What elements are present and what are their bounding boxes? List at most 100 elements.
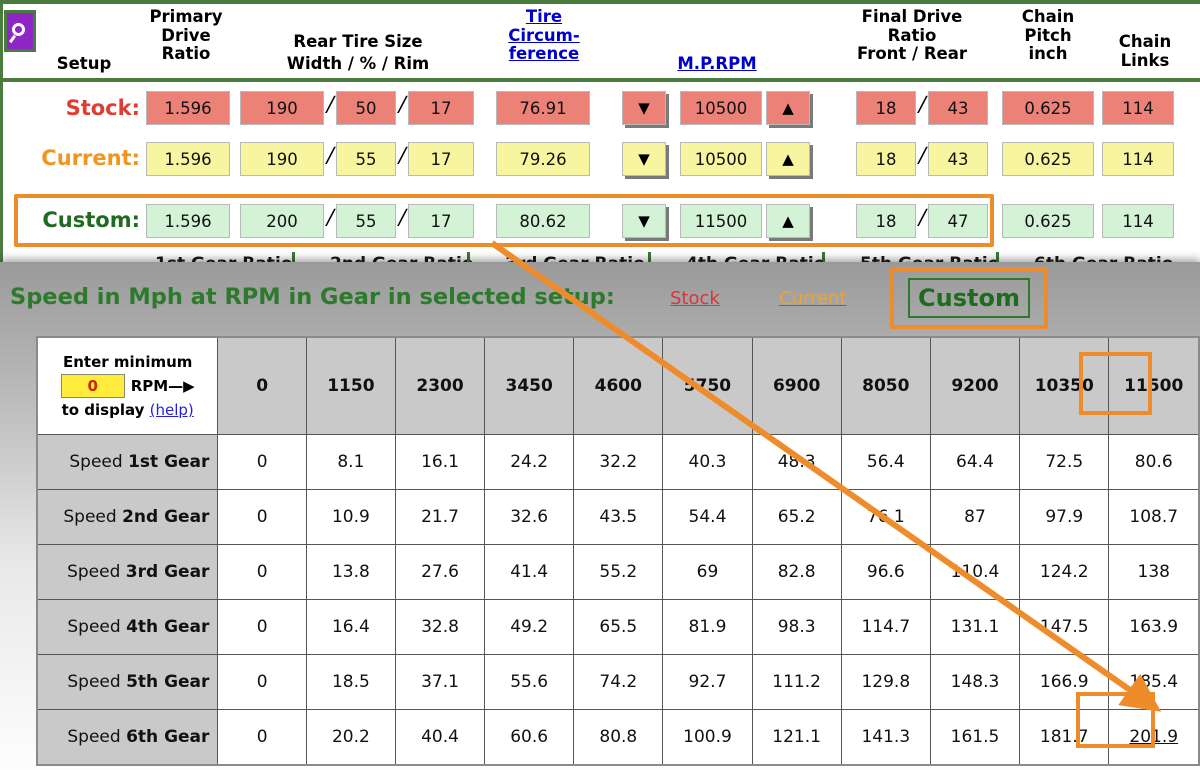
- header-final-drive-ratio: Final Drive Ratio Front / Rear: [822, 7, 1002, 64]
- header-chain-pitch: Chain Pitch inch: [1006, 7, 1090, 64]
- cell-g4-c6: 98.3: [751, 599, 842, 655]
- row-prefix-2: Speed: [63, 507, 123, 527]
- cell-g5-c3: 55.6: [484, 654, 575, 710]
- setup-link-current[interactable]: Current: [779, 288, 847, 309]
- table-row: Speed 3rd Gear 0 13.8 27.6 41.4 55.2 69 …: [36, 544, 1200, 600]
- row-label-gear-2: Speed 2nd Gear: [36, 489, 219, 545]
- cell-g1-c9: 72.5: [1019, 434, 1110, 490]
- cell-g2-c8: 87: [929, 489, 1021, 545]
- cl-l2: Links: [1120, 50, 1170, 70]
- custom-chain-pitch[interactable]: 0.625: [1002, 204, 1094, 238]
- cell-g1-c3: 24.2: [484, 434, 575, 490]
- cell-g2-c4: 43.5: [573, 489, 664, 545]
- cell-g5-c5: 92.7: [662, 654, 753, 710]
- current-rpm-down-button[interactable]: ▼: [622, 142, 666, 176]
- cell-g1-c0: 0: [217, 434, 307, 490]
- stock-rpm-up-button[interactable]: ▲: [766, 91, 810, 125]
- current-primary-drive-ratio[interactable]: 1.596: [146, 142, 230, 176]
- min-rpm-input[interactable]: 0: [60, 374, 125, 398]
- cell-g3-c6: 82.8: [751, 544, 842, 600]
- magnifier-icon[interactable]: [4, 10, 36, 52]
- cell-g3-c8: 110.4: [929, 544, 1021, 600]
- header-setup: Setup: [56, 54, 112, 73]
- cell-g4-c8: 131.1: [929, 599, 1021, 655]
- stock-tire-aspect[interactable]: 50: [336, 91, 396, 125]
- slash-5: /: [396, 143, 409, 167]
- current-final-rear[interactable]: 43: [928, 142, 988, 176]
- cl-l1: Chain: [1118, 32, 1172, 51]
- stock-primary-drive-ratio[interactable]: 1.596: [146, 91, 230, 125]
- table-row: Speed 1st Gear 0 8.1 16.1 24.2 32.2 40.3…: [36, 434, 1200, 490]
- rpm-header-6: 6900: [751, 336, 842, 435]
- cell-g2-c10: 108.7: [1108, 489, 1200, 545]
- row-gear-1: 1st Gear: [128, 452, 210, 472]
- rpm-header-2: 2300: [394, 336, 486, 435]
- stock-final-rear[interactable]: 43: [928, 91, 988, 125]
- rpm-header-7: 8050: [840, 336, 931, 435]
- row-prefix-3: Speed: [67, 562, 126, 582]
- table-row: Speed 4th Gear 0 16.4 32.8 49.2 65.5 81.…: [36, 599, 1200, 655]
- stock-rpm-down-button[interactable]: ▼: [622, 91, 666, 125]
- cell-g1-c2: 16.1: [394, 434, 486, 490]
- cell-g2-c6: 65.2: [751, 489, 842, 545]
- stock-final-front[interactable]: 18: [856, 91, 916, 125]
- row-gear-3: 3rd Gear: [125, 562, 210, 582]
- cell-g5-c0: 0: [217, 654, 307, 710]
- header-tire-circumference[interactable]: Tire Circum- ference: [492, 7, 596, 64]
- row-gear-2: 2nd Gear: [122, 507, 210, 527]
- header-primary-drive-ratio: Primary Drive Ratio: [138, 7, 234, 64]
- current-final-front[interactable]: 18: [856, 142, 916, 176]
- cell-g6-c1: 20.2: [305, 709, 396, 766]
- stock-tire-rim[interactable]: 17: [408, 91, 474, 125]
- cell-g2-c2: 21.7: [394, 489, 486, 545]
- overlay-title: Speed in Mph at RPM in Gear in selected …: [10, 284, 615, 310]
- cell-g3-c7: 96.6: [840, 544, 931, 600]
- cell-g1-c8: 64.4: [929, 434, 1021, 490]
- custom-chain-links[interactable]: 114: [1102, 204, 1174, 238]
- current-chain-pitch[interactable]: 0.625: [1002, 142, 1094, 176]
- current-rpm-up-button[interactable]: ▲: [766, 142, 810, 176]
- table-row: Speed 5th Gear 0 18.5 37.1 55.6 74.2 92.…: [36, 654, 1200, 710]
- cell-g1-c5: 40.3: [662, 434, 753, 490]
- stock-chain-links[interactable]: 114: [1102, 91, 1174, 125]
- help-link[interactable]: (help): [150, 401, 194, 419]
- row-label-gear-3: Speed 3rd Gear: [36, 544, 219, 600]
- cell-g4-c4: 65.5: [573, 599, 664, 655]
- rpm-header-4: 4600: [573, 336, 664, 435]
- cell-g4-c0: 0: [217, 599, 307, 655]
- stock-mprpm[interactable]: 10500: [680, 91, 762, 125]
- setup-link-stock[interactable]: Stock: [670, 288, 720, 309]
- fdr-l3: Front / Rear: [856, 44, 967, 63]
- current-tire-width[interactable]: 190: [240, 142, 324, 176]
- header-mprpm[interactable]: M.P.RPM: [652, 54, 782, 74]
- cell-g3-c1: 13.8: [305, 544, 396, 600]
- table-row: Speed 2nd Gear 0 10.9 21.7 32.6 43.5 54.…: [36, 489, 1200, 545]
- current-tire-aspect[interactable]: 55: [336, 142, 396, 176]
- current-mprpm[interactable]: 10500: [680, 142, 762, 176]
- cell-g6-c5: 100.9: [662, 709, 753, 766]
- cell-g1-c7: 56.4: [840, 434, 931, 490]
- fdr-l2: Ratio: [887, 25, 937, 45]
- cell-g1-c10: 80.6: [1108, 434, 1200, 490]
- current-tire-rim[interactable]: 17: [408, 142, 474, 176]
- cell-g4-c2: 32.8: [394, 599, 486, 655]
- current-chain-links[interactable]: 114: [1102, 142, 1174, 176]
- row-gear-5: 5th Gear: [126, 672, 210, 692]
- current-tire-circumference: 79.26: [496, 142, 590, 176]
- rpm-header-0: 0: [217, 336, 307, 435]
- cell-g5-c7: 129.8: [840, 654, 931, 710]
- row-label-gear-6: Speed 6th Gear: [36, 709, 219, 766]
- stock-tire-width[interactable]: 190: [240, 91, 324, 125]
- fdr-l1: Final Drive: [861, 7, 963, 26]
- row-prefix-5: Speed: [67, 672, 127, 692]
- cell-g2-c3: 32.6: [484, 489, 575, 545]
- min-rpm-cell: Enter minimum 0 RPM—▶ to display (help): [36, 336, 219, 435]
- slash-2: /: [396, 92, 409, 116]
- row-label-current: Current:: [41, 146, 140, 170]
- top-divider: [0, 0, 1200, 4]
- cp-l1: Chain: [1021, 7, 1075, 26]
- row-prefix-6: Speed: [67, 727, 127, 747]
- stock-chain-pitch[interactable]: 0.625: [1002, 91, 1094, 125]
- cell-g6-c4: 80.8: [573, 709, 664, 766]
- cell-g4-c5: 81.9: [662, 599, 753, 655]
